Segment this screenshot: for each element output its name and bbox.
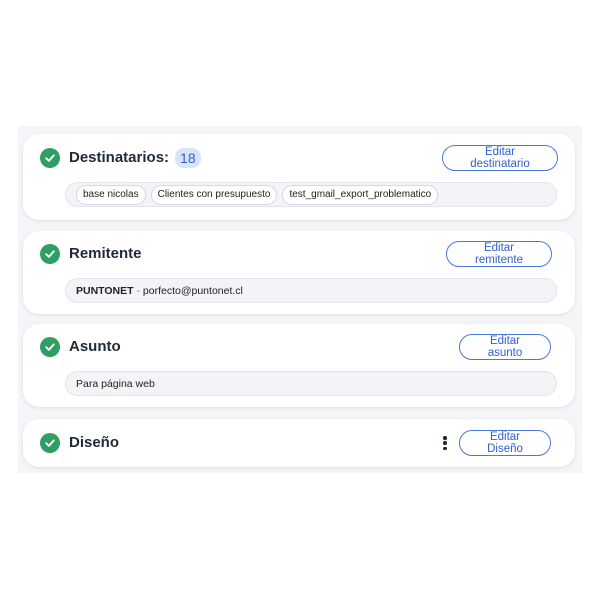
recipients-count-badge: 18 bbox=[175, 148, 201, 168]
recipients-title-text: Destinatarios: bbox=[69, 149, 170, 166]
recipient-tag: test_gmail_export_problematico bbox=[282, 184, 439, 205]
sender-name: PUNTONET bbox=[76, 284, 134, 297]
recipient-tag: base nicolas bbox=[76, 184, 146, 205]
recipients-title: Destinatarios: 18 bbox=[69, 148, 201, 168]
design-title: Diseño bbox=[69, 434, 120, 451]
more-options-icon[interactable] bbox=[440, 434, 450, 452]
check-circle-icon bbox=[40, 337, 60, 357]
sender-field: PUNTONET - porfecto@puntonet.cl bbox=[65, 278, 557, 303]
sender-title: Remitente bbox=[69, 245, 142, 262]
sender-separator: - bbox=[133, 284, 143, 297]
sender-card: Remitente Editar remitente PUNTONET - po… bbox=[23, 231, 575, 314]
edit-design-button[interactable]: Editar Diseño bbox=[459, 430, 551, 456]
subject-card: Asunto Editar asunto Para página web bbox=[23, 324, 575, 407]
design-card: Diseño Editar Diseño bbox=[23, 419, 575, 467]
edit-sender-button[interactable]: Editar remitente bbox=[446, 241, 552, 267]
subject-field: Para página web bbox=[65, 371, 557, 396]
check-circle-icon bbox=[40, 148, 60, 168]
sender-email: porfecto@puntonet.cl bbox=[142, 284, 243, 297]
recipients-card: Destinatarios: 18 Editar destinatario ba… bbox=[23, 134, 575, 220]
check-circle-icon bbox=[40, 244, 60, 264]
recipient-tag: Clientes con presupuesto bbox=[150, 184, 278, 205]
check-circle-icon bbox=[40, 433, 60, 453]
edit-subject-button[interactable]: Editar asunto bbox=[459, 334, 551, 360]
subject-title: Asunto bbox=[69, 338, 121, 355]
campaign-summary-panel: Destinatarios: 18 Editar destinatario ba… bbox=[18, 126, 582, 473]
edit-recipients-button[interactable]: Editar destinatario bbox=[442, 145, 558, 171]
recipients-tags-field: base nicolas Clientes con presupuesto te… bbox=[65, 182, 557, 207]
